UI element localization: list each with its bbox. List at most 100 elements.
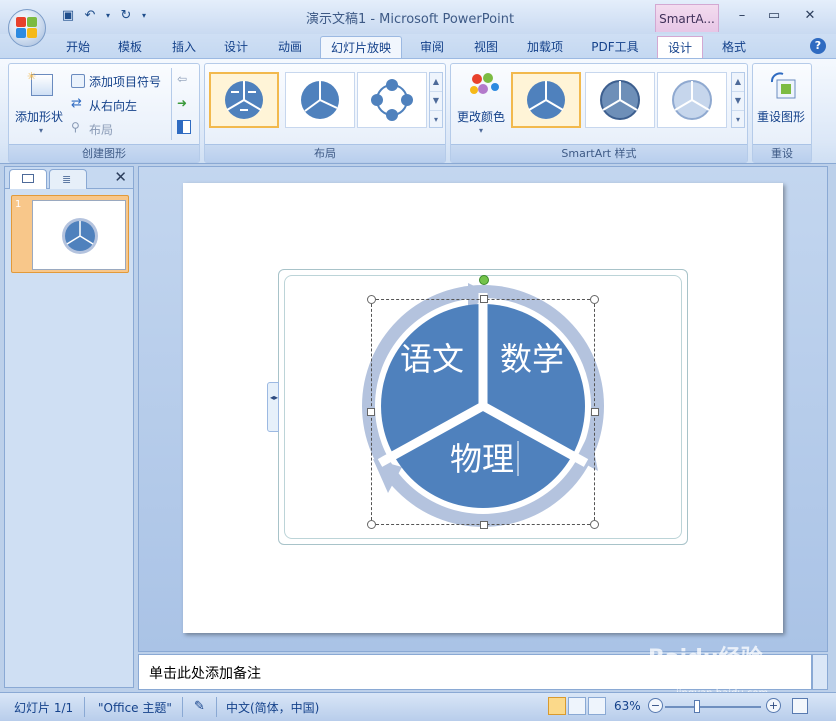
change-colors-dropdown-icon: ▾ [479,126,484,135]
resize-handle-w[interactable] [367,408,375,416]
rotate-handle[interactable] [479,275,489,285]
tab-smartart-format[interactable]: 格式 [714,36,754,58]
slide-editor: ◂▸ 语文 数学 物理 [138,166,828,652]
add-bullet-label: 添加项目符号 [89,75,162,89]
normal-view-icon[interactable] [548,697,566,715]
segmented-circle-icon [301,81,339,119]
text-pane-toggle[interactable]: ◂▸ [267,382,279,432]
resize-handle-n[interactable] [480,295,488,303]
style-scroll-down-icon[interactable]: ▼ [732,92,744,111]
slide-sorter-icon[interactable] [568,697,586,715]
cycle-nodes-icon [371,79,413,121]
status-separator [182,697,183,717]
right-to-left-button[interactable]: ⇄ 从右向左 [71,96,161,114]
slide-canvas[interactable]: ◂▸ 语文 数学 物理 [183,183,783,633]
resize-handle-s[interactable] [480,521,488,529]
resize-handle-se[interactable] [590,520,599,529]
flat-style-icon [527,81,565,119]
layout-option-1[interactable] [209,72,279,128]
slide-thumbnail-1[interactable]: 1 [11,195,129,273]
add-shape-button[interactable]: ✳ 添加形状 ▾ [13,70,71,140]
change-colors-button[interactable]: 更改颜色 ▾ [455,70,511,140]
pie-layout-icon [225,81,263,119]
baidu-watermark: Baidu经验 [648,646,763,671]
outline-icon: ≣ [62,173,72,186]
smartart-tools-title: SmartA... [655,4,719,32]
bullet-list-icon [71,74,85,88]
resize-handle-ne[interactable] [590,295,599,304]
demote-arrow-icon[interactable]: ➜ [177,96,187,110]
zoom-slider-thumb[interactable] [694,700,700,713]
zoom-out-icon[interactable]: − [648,698,663,713]
group-smartart-styles: 更改颜色 ▾ ▲ ▼ ▾ SmartArt 样式 [450,63,748,163]
text-pane-icon[interactable] [177,120,191,134]
swap-arrows-icon: ⇄ [71,96,82,111]
resize-handle-e[interactable] [591,408,599,416]
tab-templates[interactable]: 模板 [110,36,150,58]
style-option-1[interactable] [511,72,581,128]
notes-scrollbar[interactable] [812,654,828,690]
subtle-style-icon [600,80,640,120]
maximize-button[interactable]: ▭ [760,6,788,26]
light-style-icon [672,80,712,120]
tab-design[interactable]: 设计 [216,36,256,58]
style-scroll-up-icon[interactable]: ▲ [732,73,744,92]
tab-outline[interactable]: ≣ [49,169,87,189]
tab-pdf-tools[interactable]: PDF工具 [584,36,646,58]
tab-insert[interactable]: 插入 [164,36,204,58]
layout-gallery-scroll[interactable]: ▲ ▼ ▾ [429,72,443,128]
group-smartart-styles-label: SmartArt 样式 [451,144,747,162]
reset-graphic-label: 重设图形 [757,110,806,124]
close-pane-icon[interactable]: ✕ [114,168,127,186]
style-gallery-scroll[interactable]: ▲ ▼ ▾ [731,72,745,128]
layout-option-3[interactable] [357,72,427,128]
color-palette-icon [470,73,499,94]
office-logo-icon [16,17,38,39]
slides-pane-tabs: ≣ ✕ [5,167,133,189]
tab-smartart-design[interactable]: 设计 [657,36,703,58]
language-indicator[interactable]: 中文(简体，中国) [226,699,319,716]
style-option-3[interactable] [657,72,727,128]
scroll-up-icon[interactable]: ▲ [430,73,442,92]
spellcheck-icon[interactable]: ✎ [194,699,205,714]
fit-to-window-icon[interactable] [792,698,808,714]
scroll-down-icon[interactable]: ▼ [430,92,442,111]
add-shape-dropdown-icon: ▾ [39,126,44,135]
resize-handle-nw[interactable] [367,295,376,304]
reset-graphic-button[interactable]: 重设图形 [755,70,811,140]
office-button[interactable] [8,9,46,47]
tab-home[interactable]: 开始 [58,36,98,58]
layout-option-2[interactable] [285,72,355,128]
status-bar: 幻灯片 1/1 "Office 主题" ✎ 中文(简体，中国) 63% − + [0,692,836,721]
zoom-in-icon[interactable]: + [766,698,781,713]
promote-arrow-icon[interactable]: ⇦ [177,72,187,86]
style-option-2[interactable] [585,72,655,128]
more-icon[interactable]: ▾ [430,111,442,129]
selection-box[interactable] [367,275,599,529]
close-button[interactable]: ✕ [796,6,824,26]
zoom-slider-track[interactable] [665,706,761,708]
slide-count: 幻灯片 1/1 [14,701,74,715]
tab-slides[interactable] [9,169,47,189]
group-create-graphic-label: 创建图形 [9,144,199,162]
add-bullet-button[interactable]: 添加项目符号 [71,72,171,90]
group-create-graphic: ✳ 添加形状 ▾ 添加项目符号 ⇄ 从右向左 ⚲ 布局 ⇦ ➜ 创建图形 [8,63,200,163]
resize-handle-sw[interactable] [367,520,376,529]
style-more-icon[interactable]: ▾ [732,111,744,129]
expand-arrow-icon: ◂▸ [270,393,279,402]
tab-view[interactable]: 视图 [466,36,506,58]
zoom-level[interactable]: 63% [614,699,641,713]
title-bar: ▣ ↶ ▾ ↻ ▾ 演示文稿1 - Microsoft PowerPoint S… [0,0,836,47]
group-divider [171,68,172,140]
right-to-left-label: 从右向左 [89,99,138,113]
change-colors-label: 更改颜色 [457,110,506,124]
help-icon[interactable]: ? [810,38,826,54]
slideshow-view-icon[interactable] [588,697,606,715]
tab-review[interactable]: 审阅 [412,36,452,58]
tab-addins[interactable]: 加载项 [520,36,570,58]
minimize-button[interactable]: – [728,6,756,26]
tab-animations[interactable]: 动画 [270,36,310,58]
group-reset-label: 重设 [753,144,811,162]
tab-slideshow[interactable]: 幻灯片放映 [320,36,402,58]
layout-label: 布局 [89,123,114,137]
